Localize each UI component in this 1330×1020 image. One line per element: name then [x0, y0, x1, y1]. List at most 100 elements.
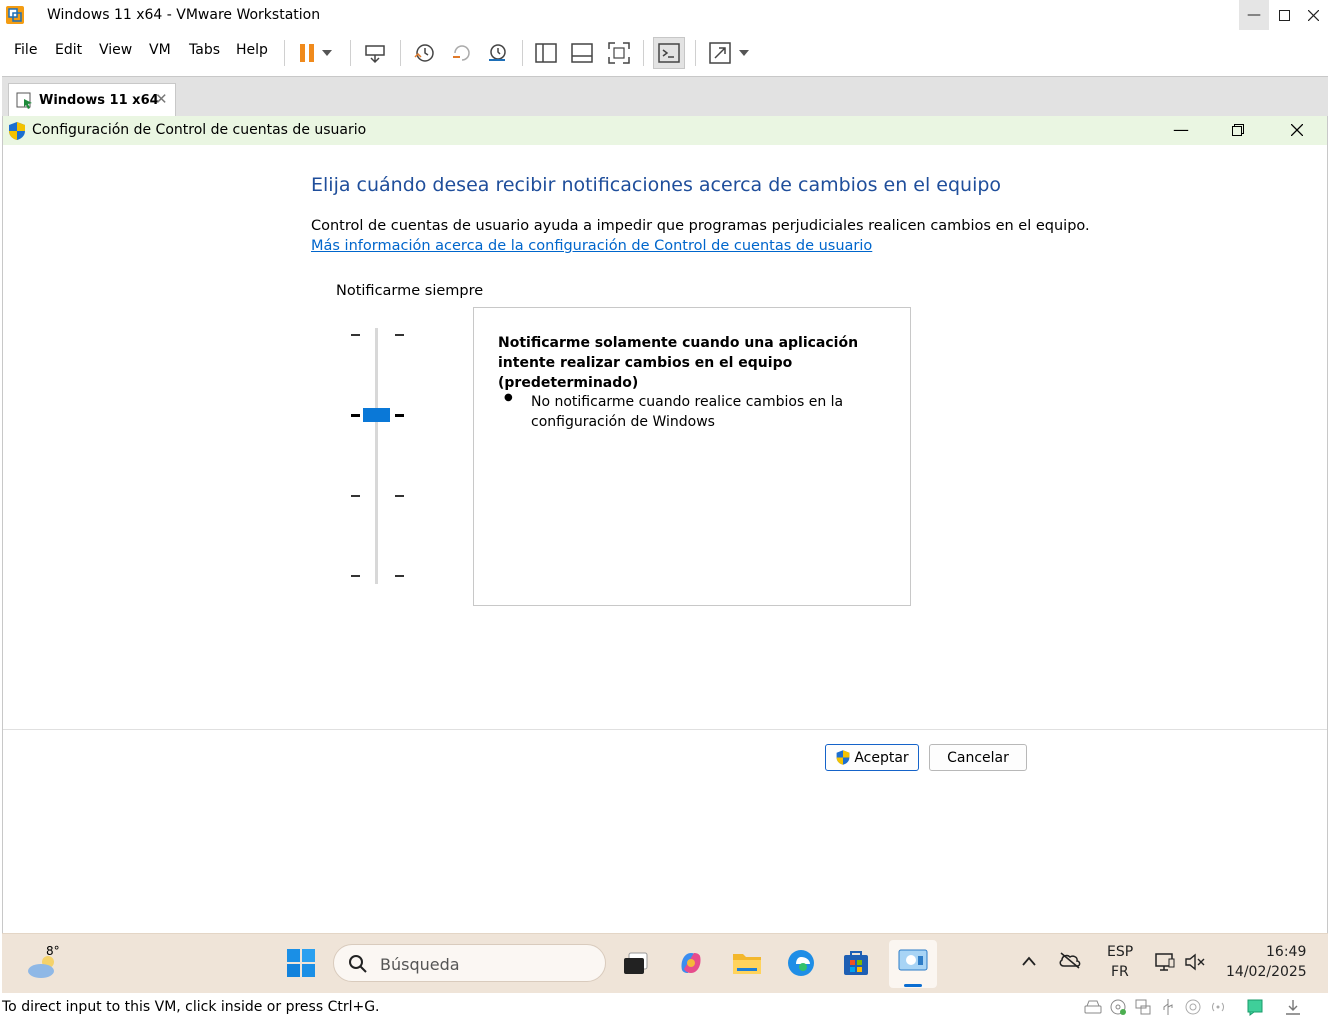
power-dropdown-button[interactable] — [318, 38, 336, 68]
onedrive-offline-icon — [1059, 952, 1081, 969]
tab-label: Windows 11 x64 — [39, 93, 159, 108]
clock-date[interactable]: 14/02/2025 — [1226, 964, 1307, 980]
weather-widget[interactable]: 8° — [26, 942, 66, 986]
copilot-icon — [681, 953, 701, 973]
search-placeholder: Búsqueda — [380, 955, 460, 974]
uac-shield-icon — [836, 750, 850, 765]
full-screen-button[interactable] — [604, 38, 634, 68]
network-adapter-icon[interactable] — [1134, 998, 1152, 1016]
slider-tick — [395, 495, 404, 497]
toolbar-separator — [350, 40, 351, 66]
console-view-button[interactable] — [653, 37, 685, 69]
language-indicator-bottom[interactable]: FR — [1111, 964, 1129, 980]
uac-heading: Elija cuándo desea recibir notificacione… — [311, 174, 1002, 196]
folder-icon — [733, 954, 761, 974]
usb-icon[interactable] — [1159, 998, 1177, 1016]
toolbar-separator — [284, 40, 285, 66]
file-explorer-button[interactable] — [731, 948, 763, 980]
network-button[interactable] — [1154, 952, 1176, 976]
stretch-dropdown-button[interactable] — [735, 38, 753, 68]
toolbar-separator — [695, 40, 696, 66]
control-panel-taskbar-button[interactable] — [889, 940, 937, 988]
uac-restore-button[interactable] — [1232, 124, 1244, 136]
slider-thumb[interactable] — [363, 408, 390, 422]
clock-time[interactable]: 16:49 — [1266, 944, 1306, 960]
show-hidden-icons-button[interactable] — [1022, 954, 1036, 970]
maximize-button[interactable] — [1269, 0, 1299, 30]
app-title-bar: Windows 11 x64 - VMware Workstation — — [0, 0, 1330, 32]
send-ctrl-alt-del-button[interactable] — [360, 38, 390, 68]
uac-more-info-link[interactable]: Más información acerca de la configuraci… — [311, 238, 872, 254]
hard-disk-icon[interactable] — [1084, 998, 1102, 1016]
snapshot-icon — [414, 44, 434, 62]
slider-top-label: Notificarme siempre — [336, 283, 484, 299]
task-view-icon — [624, 952, 648, 974]
menu-toolbar: File Edit View VM Tabs Help — [0, 32, 1330, 74]
windows-taskbar: 8° Búsqueda ESP FR 16:49 14/02/2025 — [2, 933, 1328, 993]
toolbar-separator — [400, 40, 401, 66]
maximize-icon — [1278, 9, 1290, 21]
snapshot-manager-icon — [489, 44, 506, 61]
uac-close-button[interactable] — [1291, 124, 1303, 136]
store-icon — [844, 951, 868, 975]
download-icon[interactable] — [1284, 998, 1302, 1016]
slider-track[interactable] — [375, 328, 378, 584]
volume-button[interactable] — [1184, 952, 1206, 976]
terminal-icon — [658, 43, 680, 63]
guest-screen[interactable]: Configuración de Control de cuentas de u… — [2, 116, 1328, 933]
menu-vm[interactable]: VM — [149, 42, 171, 58]
edge-icon — [788, 950, 814, 976]
menu-help[interactable]: Help — [236, 42, 268, 58]
slider-tick — [395, 575, 404, 577]
message-log-icon[interactable] — [1246, 998, 1264, 1016]
level-description-bullet: No notificarme cuando realice cambios en… — [531, 394, 844, 430]
cancel-button[interactable]: Cancelar — [929, 744, 1027, 771]
revert-snapshot-button[interactable] — [446, 38, 476, 68]
task-view-button[interactable] — [621, 948, 653, 980]
slider-tick — [395, 414, 404, 417]
window-title: Windows 11 x64 - VMware Workstation — [47, 7, 321, 23]
taskbar-search-box[interactable]: Búsqueda — [333, 944, 606, 982]
minimize-button[interactable]: — — [1239, 0, 1269, 30]
tab-windows-11-x64[interactable]: Windows 11 x64 ✕ — [8, 83, 176, 117]
network-icon — [1155, 953, 1175, 971]
stretch-guest-button[interactable] — [705, 38, 735, 68]
wireless-icon[interactable] — [1209, 998, 1227, 1016]
show-library-button[interactable] — [531, 38, 561, 68]
language-indicator-top[interactable]: ESP — [1107, 944, 1133, 960]
revert-snapshot-icon — [453, 45, 470, 61]
pause-icon — [300, 44, 314, 62]
onedrive-button[interactable] — [1058, 951, 1082, 973]
search-icon — [349, 955, 367, 973]
uac-shield-icon — [9, 122, 25, 140]
vmware-logo-icon — [6, 6, 24, 24]
snapshot-button[interactable] — [409, 38, 439, 68]
snapshot-manager-button[interactable] — [482, 38, 512, 68]
tab-strip: Windows 11 x64 ✕ — [2, 76, 1328, 117]
cd-dvd-icon[interactable] — [1109, 998, 1127, 1016]
thumbnail-bar-icon — [571, 43, 593, 63]
menu-edit[interactable]: Edit — [55, 42, 82, 58]
chevron-up-icon — [1022, 956, 1036, 966]
uac-minimize-button[interactable]: — — [1173, 120, 1189, 139]
slider-tick — [351, 414, 360, 417]
menu-file[interactable]: File — [14, 42, 37, 58]
menu-view[interactable]: View — [99, 42, 132, 58]
status-message: To direct input to this VM, click inside… — [2, 999, 380, 1015]
vmware-status-bar: To direct input to this VM, click inside… — [0, 994, 1330, 1020]
tab-close-icon[interactable]: ✕ — [155, 90, 168, 108]
windows-logo-icon — [287, 949, 315, 977]
copilot-button[interactable] — [676, 948, 708, 980]
slider-tick — [351, 334, 360, 336]
uac-window-title-bar: Configuración de Control de cuentas de u… — [3, 116, 1327, 145]
sound-card-icon[interactable] — [1184, 998, 1202, 1016]
accept-button[interactable]: Aceptar — [825, 744, 919, 771]
edge-button[interactable] — [786, 948, 818, 980]
start-button[interactable] — [286, 948, 318, 980]
cloud-moon-icon — [28, 956, 54, 978]
close-button[interactable] — [1298, 0, 1328, 30]
uac-window-title: Configuración de Control de cuentas de u… — [32, 122, 367, 138]
menu-tabs[interactable]: Tabs — [189, 42, 220, 58]
show-thumbnail-bar-button[interactable] — [567, 38, 597, 68]
store-button[interactable] — [841, 948, 873, 980]
